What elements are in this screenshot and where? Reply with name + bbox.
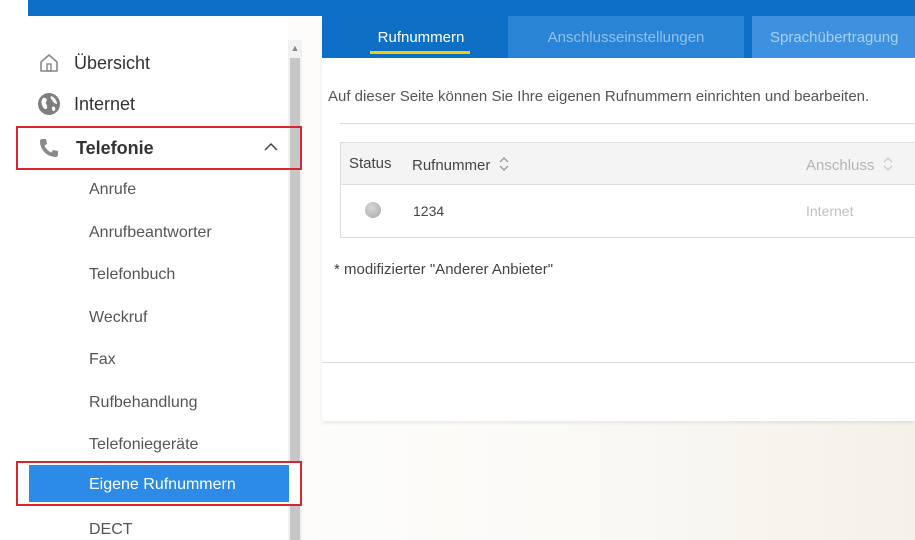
main-panel: Rufnummern Anschlusseinstellungen Sprach… xyxy=(322,16,915,421)
column-header-label: Anschluss xyxy=(806,156,875,174)
tab-label: Sprachübertragung xyxy=(770,28,899,46)
table-header: Status Rufnummer Anschluss xyxy=(341,143,915,185)
sidebar-subitem-anrufe[interactable]: Anrufe xyxy=(89,181,136,199)
table-row: 1234 Internet xyxy=(341,185,915,237)
chevron-up-icon[interactable] xyxy=(262,138,280,161)
tab-sprachuebertragung[interactable]: Sprachübertragung xyxy=(752,16,915,58)
sort-icon[interactable] xyxy=(498,155,510,177)
sidebar-item-label: Eigene Rufnummern xyxy=(89,476,236,493)
active-tab-underline xyxy=(370,51,470,54)
phone-icon xyxy=(36,135,62,161)
sidebar-subitem-fax[interactable]: Fax xyxy=(89,351,116,369)
sidebar-subitem-rufbehandlung[interactable]: Rufbehandlung xyxy=(89,394,198,412)
status-led-icon xyxy=(365,202,381,218)
sidebar-subitem-weckruf[interactable]: Weckruf xyxy=(89,309,147,327)
cell-anschluss: Internet xyxy=(806,203,854,219)
footnote: * modifizierter "Anderer Anbieter" xyxy=(334,261,554,278)
column-header-status: Status xyxy=(349,155,392,172)
sidebar-item-telefonie[interactable]: Telefonie xyxy=(16,126,302,170)
column-header-anschluss[interactable]: Anschluss xyxy=(806,155,894,177)
globe-icon xyxy=(36,91,62,117)
sidebar-item-label: Telefonie xyxy=(76,137,154,158)
sidebar-item-internet[interactable]: Internet xyxy=(36,91,135,117)
scroll-up-arrow-icon[interactable]: ▲ xyxy=(288,40,302,56)
divider xyxy=(322,362,915,363)
top-bar-left xyxy=(28,0,322,16)
sidebar-item-label: Übersicht xyxy=(74,52,151,73)
column-header-rufnummer[interactable]: Rufnummer xyxy=(412,155,510,177)
top-bar-right xyxy=(322,0,915,16)
sort-icon[interactable] xyxy=(882,155,894,177)
intro-text: Auf dieser Seite können Sie Ihre eigenen… xyxy=(328,88,870,105)
tab-label: Anschlusseinstellungen xyxy=(547,28,705,46)
column-header-label: Rufnummer xyxy=(412,156,491,174)
cell-rufnummer: 1234 xyxy=(413,203,445,219)
tab-anschlusseinstellungen[interactable]: Anschlusseinstellungen xyxy=(508,16,744,58)
tab-bar: Rufnummern Anschlusseinstellungen Sprach… xyxy=(322,16,915,58)
sidebar-subitem-telefoniegeraete[interactable]: Telefoniegeräte xyxy=(89,436,198,454)
sidebar-subitem-telefonbuch[interactable]: Telefonbuch xyxy=(89,266,175,284)
tab-label: Rufnummern xyxy=(377,28,465,46)
divider xyxy=(340,123,915,124)
sidebar-item-label: Internet xyxy=(74,93,136,114)
numbers-table: Status Rufnummer Anschluss 1234 Internet xyxy=(340,142,915,238)
home-icon xyxy=(36,50,62,76)
tab-rufnummern[interactable]: Rufnummern xyxy=(342,16,500,58)
sidebar-item-overview[interactable]: Übersicht xyxy=(36,50,150,76)
sidebar-subitem-eigene-rufnummern[interactable]: Eigene Rufnummern xyxy=(16,461,302,506)
sidebar-subitem-dect[interactable]: DECT xyxy=(89,521,133,539)
sidebar-subitem-anrufbeantworter[interactable]: Anrufbeantworter xyxy=(89,224,212,242)
